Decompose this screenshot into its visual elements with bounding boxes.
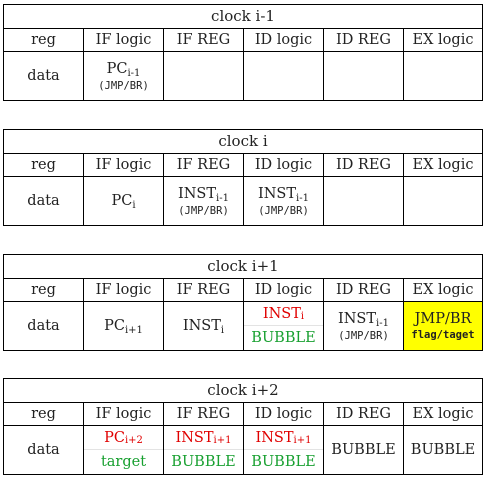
header-ex-logic: EX logic	[412, 32, 474, 48]
data-row: data PCi-1 (JMP/BR)	[4, 52, 482, 100]
cell-lower: BUBBLE	[251, 330, 316, 346]
header-if-reg: IF REG	[164, 279, 244, 301]
cell-upper: INST i+1	[244, 426, 323, 450]
header-ex-logic: EX logic	[412, 157, 474, 173]
header-if-logic: IF logic	[84, 29, 164, 51]
cell-upper: INST i+1	[164, 426, 243, 450]
cell-id-reg: INSTi-1 (JMP/BR)	[324, 302, 404, 350]
cell-if-logic: PCi-1 (JMP/BR)	[84, 52, 164, 100]
cell-if-reg: INSTi	[164, 302, 244, 350]
cell-upper: PC i+2	[84, 426, 163, 450]
row-label: data	[4, 426, 84, 474]
row-label: data	[4, 302, 84, 350]
header-row: reg IF logic IF REG ID logic ID REG EX l…	[4, 279, 482, 302]
cell-id-reg	[324, 177, 404, 225]
header-ex-logic: EX logic	[412, 406, 474, 422]
header-reg: reg	[4, 29, 84, 51]
block-title: clock i-1	[4, 5, 482, 29]
header-if-logic: IF logic	[84, 403, 164, 425]
header-if-logic: IF logic	[84, 279, 164, 301]
header-ex-logic: EX logic	[412, 282, 474, 298]
cell-if-reg: INSTi-1 (JMP/BR)	[164, 177, 244, 225]
cell-if-logic: PC i+2 target	[84, 426, 164, 474]
cell-id-logic	[244, 52, 324, 100]
cell-if-logic: PCi	[84, 177, 164, 225]
data-row: data PCi+1 INSTi INST i BUBBLE INSTi-1 (J…	[4, 302, 482, 350]
header-id-reg: ID REG	[324, 403, 404, 425]
data-row: data PCi INSTi-1 (JMP/BR) INSTi-1 (JMP/B…	[4, 177, 482, 225]
header-if-reg: IF REG	[164, 29, 244, 51]
row-label: data	[4, 177, 84, 225]
header-id-logic: ID logic	[244, 29, 324, 51]
header-id-logic: ID logic	[244, 403, 324, 425]
header-id-logic: ID logic	[244, 154, 324, 176]
clock-block-2: clock i reg IF logic IF REG ID logic ID …	[3, 129, 483, 226]
cell-upper: INST i	[244, 302, 323, 326]
block-title: clock i+2	[4, 379, 482, 403]
cell-if-logic: PCi+1	[84, 302, 164, 350]
cell-if-reg: INST i+1 BUBBLE	[164, 426, 244, 474]
header-id-reg: ID REG	[324, 279, 404, 301]
cell-lower: target	[100, 454, 147, 470]
block-title: clock i	[4, 130, 482, 154]
header-reg: reg	[4, 154, 84, 176]
cell-lower: BUBBLE	[171, 454, 236, 470]
cell-ex-logic	[404, 52, 482, 100]
header-if-reg: IF REG	[164, 403, 244, 425]
cell-ex-logic: BUBBLE	[410, 442, 476, 458]
header-reg: reg	[4, 403, 84, 425]
header-if-reg: IF REG	[164, 154, 244, 176]
cell-id-logic: INST i+1 BUBBLE	[244, 426, 324, 474]
clock-block-1: clock i-1 reg IF logic IF REG ID logic I…	[3, 4, 483, 101]
block-title: clock i+1	[4, 255, 482, 279]
header-row: reg IF logic IF REG ID logic ID REG EX l…	[4, 154, 482, 177]
cell-lower: BUBBLE	[251, 454, 316, 470]
row-label: data	[4, 52, 84, 100]
clock-block-3: clock i+1 reg IF logic IF REG ID logic I…	[3, 254, 483, 351]
cell-id-logic: INST i BUBBLE	[244, 302, 324, 350]
cell-id-logic: INSTi-1 (JMP/BR)	[244, 177, 324, 225]
header-id-reg: ID REG	[324, 154, 404, 176]
clock-block-4: clock i+2 reg IF logic IF REG ID logic I…	[3, 378, 483, 475]
header-row: reg IF logic IF REG ID logic ID REG EX l…	[4, 403, 482, 426]
cell-if-reg	[164, 52, 244, 100]
header-id-logic: ID logic	[244, 279, 324, 301]
header-id-reg: ID REG	[324, 29, 404, 51]
data-row: data PC i+2 target INST i+1 BUBBLE INST i+1…	[4, 426, 482, 474]
cell-id-reg: BUBBLE	[324, 426, 404, 474]
cell-ex-logic	[404, 177, 482, 225]
header-if-logic: IF logic	[84, 154, 164, 176]
cell-id-reg	[324, 52, 404, 100]
header-row: reg IF logic IF REG ID logic ID REG EX l…	[4, 29, 482, 52]
cell-ex-logic: JMP/BR flag/taget	[404, 302, 482, 350]
header-reg: reg	[4, 279, 84, 301]
